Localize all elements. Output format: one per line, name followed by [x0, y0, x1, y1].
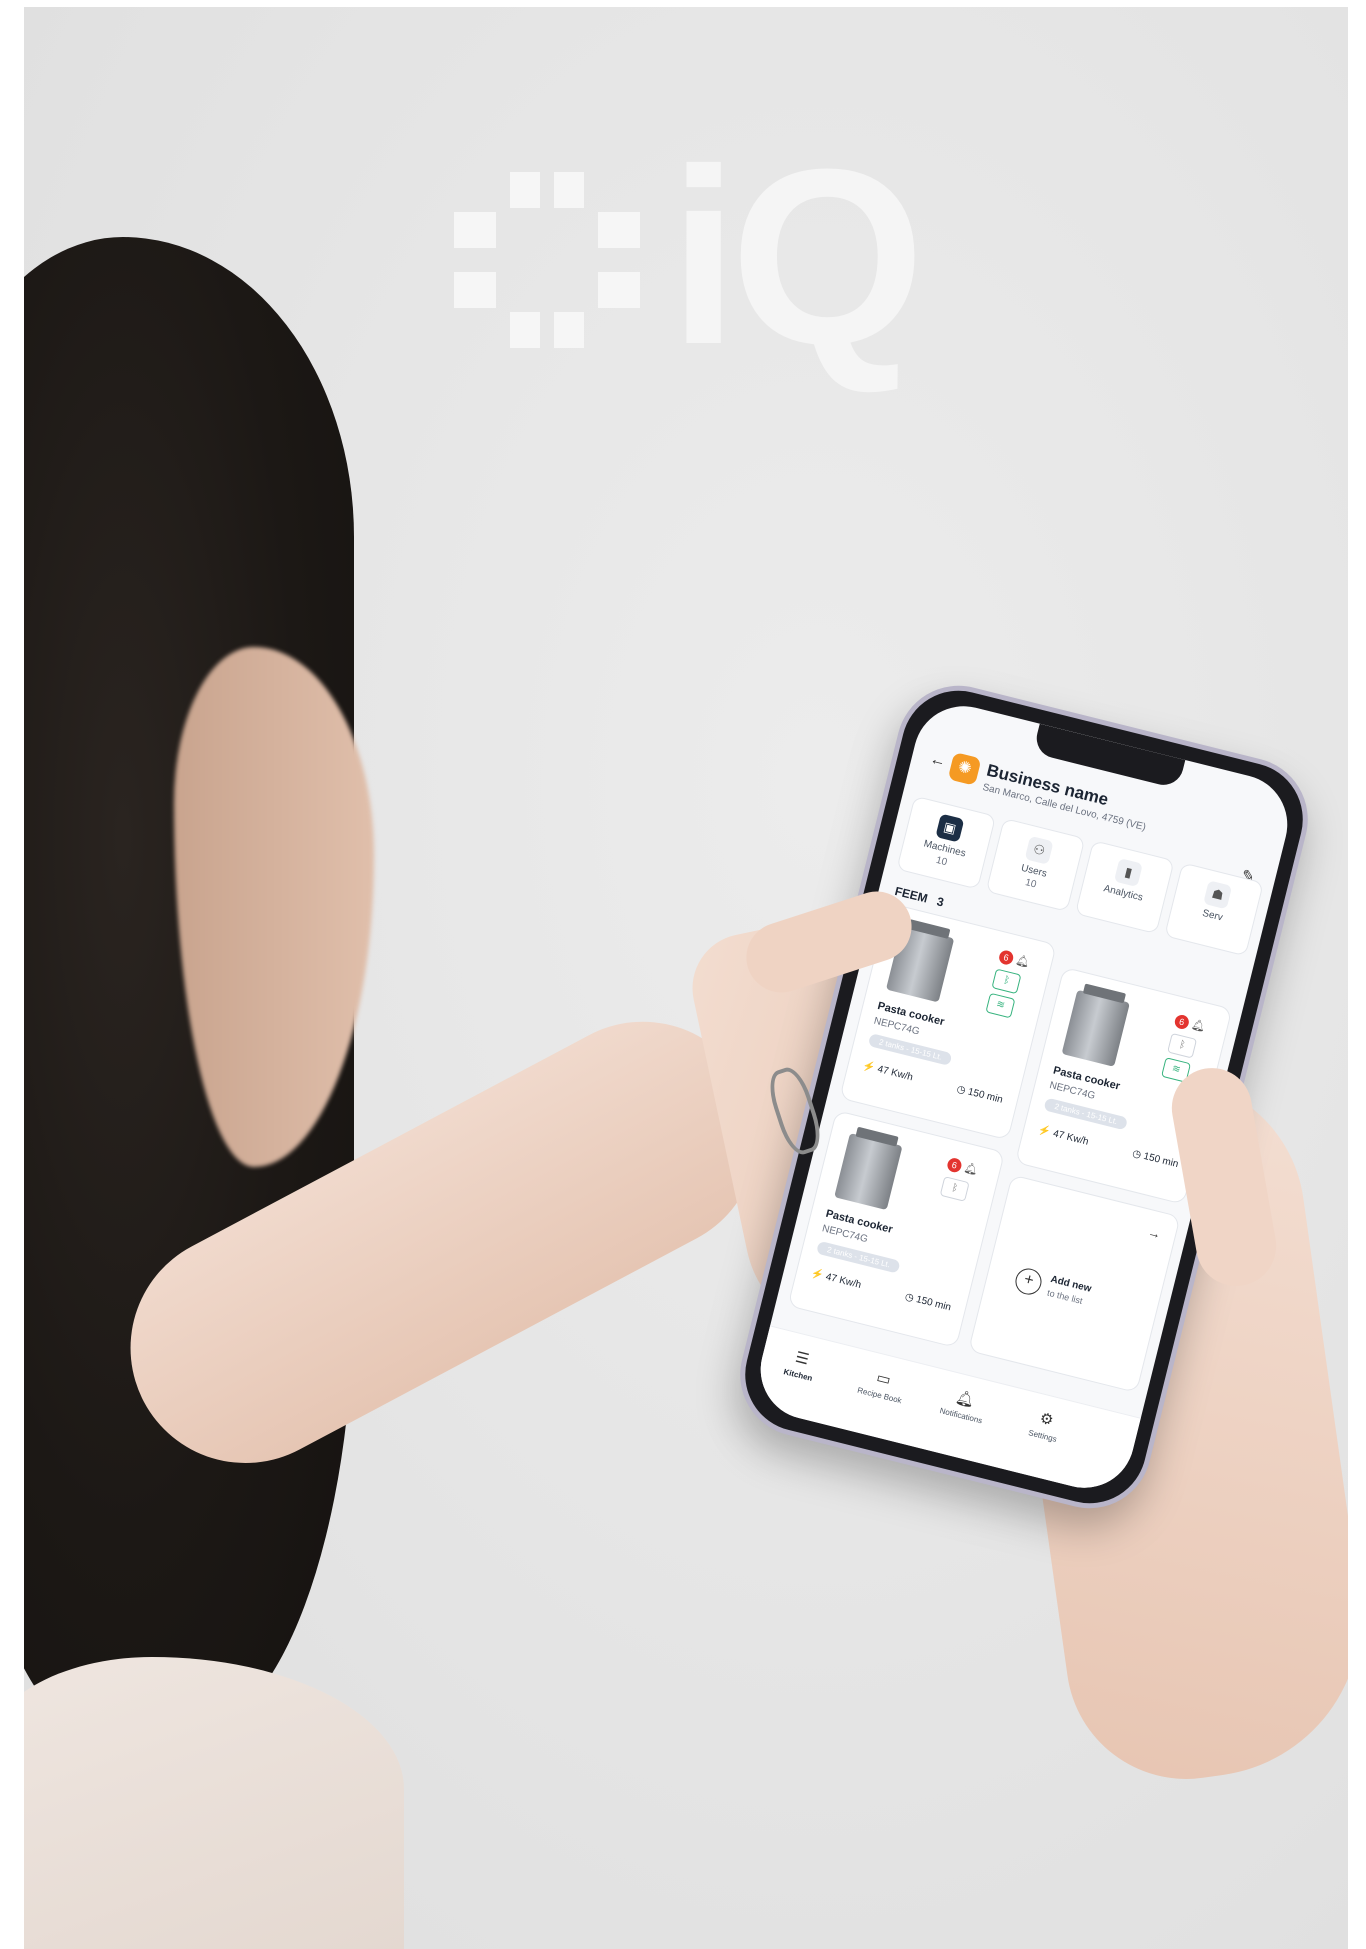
card-tag: 2 tanks - 15-15 Lt.: [816, 1240, 902, 1274]
card-time: ◷ 150 min: [903, 1291, 953, 1314]
add-new-card[interactable]: → + Add new to the list: [967, 1174, 1181, 1394]
card-time: ◷ 150 min: [955, 1083, 1004, 1106]
card-time: ◷ 150 min: [1131, 1148, 1180, 1171]
machine-card[interactable]: 6 🔔︎ ᛒ Pasta cooker NEPC74G 2 tanks - 15-…: [787, 1109, 1006, 1349]
time-value: 150 min: [1142, 1150, 1180, 1171]
bell-icon: 🔔︎: [1014, 954, 1031, 970]
machine-grid: 6 🔔︎ ᛒ ≋ Pasta cooker NEPC74G 2 tanks - 1…: [782, 902, 1247, 1418]
power-value: 47 Kw/h: [824, 1271, 863, 1291]
back-arrow-icon[interactable]: ←: [928, 750, 948, 771]
tab-notifications[interactable]: 🔔︎ Notifications: [926, 1382, 1001, 1429]
card-power: ⚡ 47 Kw/h: [861, 1060, 914, 1084]
machine-icon: ▣: [935, 813, 965, 843]
section-count: 3: [935, 894, 946, 910]
alert-badge: 6: [945, 1156, 963, 1174]
card-power: ⚡ 47 Kw/h: [809, 1267, 863, 1291]
bluetooth-off-icon: ᛒ: [939, 1176, 970, 1202]
alert-badge: 6: [997, 949, 1015, 967]
card-status: 6 🔔︎ ᛒ: [939, 1154, 989, 1205]
bell-icon: 🔔︎: [1190, 1018, 1207, 1034]
users-icon: ⚇: [1024, 835, 1054, 865]
bluetooth-off-icon: ᛒ: [1167, 1032, 1198, 1059]
time-value: 150 min: [914, 1294, 953, 1314]
arrow-right-icon: →: [1146, 1224, 1163, 1242]
bluetooth-icon: ᛒ: [991, 968, 1022, 995]
person-shirt: [24, 1657, 404, 1949]
card-power: ⚡ 47 Kw/h: [1037, 1124, 1090, 1148]
plus-circle-icon: +: [1012, 1265, 1045, 1298]
business-logo-icon: ✺: [947, 751, 982, 786]
card-status: 6 🔔︎ ᛒ ≋: [985, 946, 1040, 1022]
time-value: 150 min: [966, 1086, 1004, 1106]
pasta-cooker-image: [834, 1133, 903, 1211]
wifi-icon: ≋: [985, 992, 1016, 1019]
logo-text: iQ: [669, 117, 925, 396]
photo-background: iQ ← ✺ Business name San Marco, Calle de…: [24, 7, 1348, 1949]
tab-recipe-book[interactable]: ▭ Recipe Book: [844, 1361, 919, 1408]
bell-icon: 🔔︎: [962, 1161, 980, 1177]
tab-kitchen[interactable]: ☰ Kitchen: [763, 1341, 838, 1388]
iq-logo: iQ: [454, 132, 954, 412]
tab-settings[interactable]: ⚙ Settings: [1007, 1402, 1082, 1449]
power-value: 47 Kw/h: [1051, 1128, 1090, 1148]
alert-badge: 6: [1173, 1013, 1191, 1031]
analytics-icon: ▮: [1113, 858, 1143, 888]
card-tag: 2 tanks - 15-15 Lt.: [867, 1033, 953, 1067]
pasta-cooker-image: [1061, 989, 1130, 1067]
service-icon: ☗: [1203, 880, 1233, 910]
power-value: 47 Kw/h: [876, 1063, 914, 1084]
card-tag: 2 tanks - 15-15 Lt.: [1043, 1097, 1129, 1131]
